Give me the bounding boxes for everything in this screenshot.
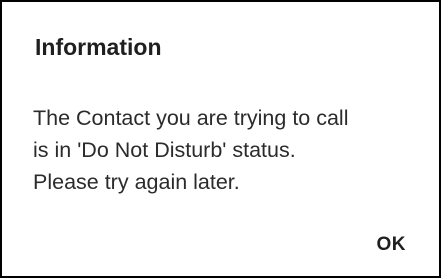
- dialog-message-line: Please try again later.: [33, 170, 240, 194]
- dialog-title: Information: [35, 34, 162, 60]
- dialog-message-line: The Contact you are trying to call: [33, 106, 349, 130]
- dialog-message-line: is in 'Do Not Disturb' status.: [33, 138, 296, 162]
- information-dialog: Information The Contact you are trying t…: [0, 0, 441, 278]
- dialog-message: The Contact you are trying to call is in…: [33, 102, 433, 198]
- ok-button[interactable]: OK: [377, 234, 407, 256]
